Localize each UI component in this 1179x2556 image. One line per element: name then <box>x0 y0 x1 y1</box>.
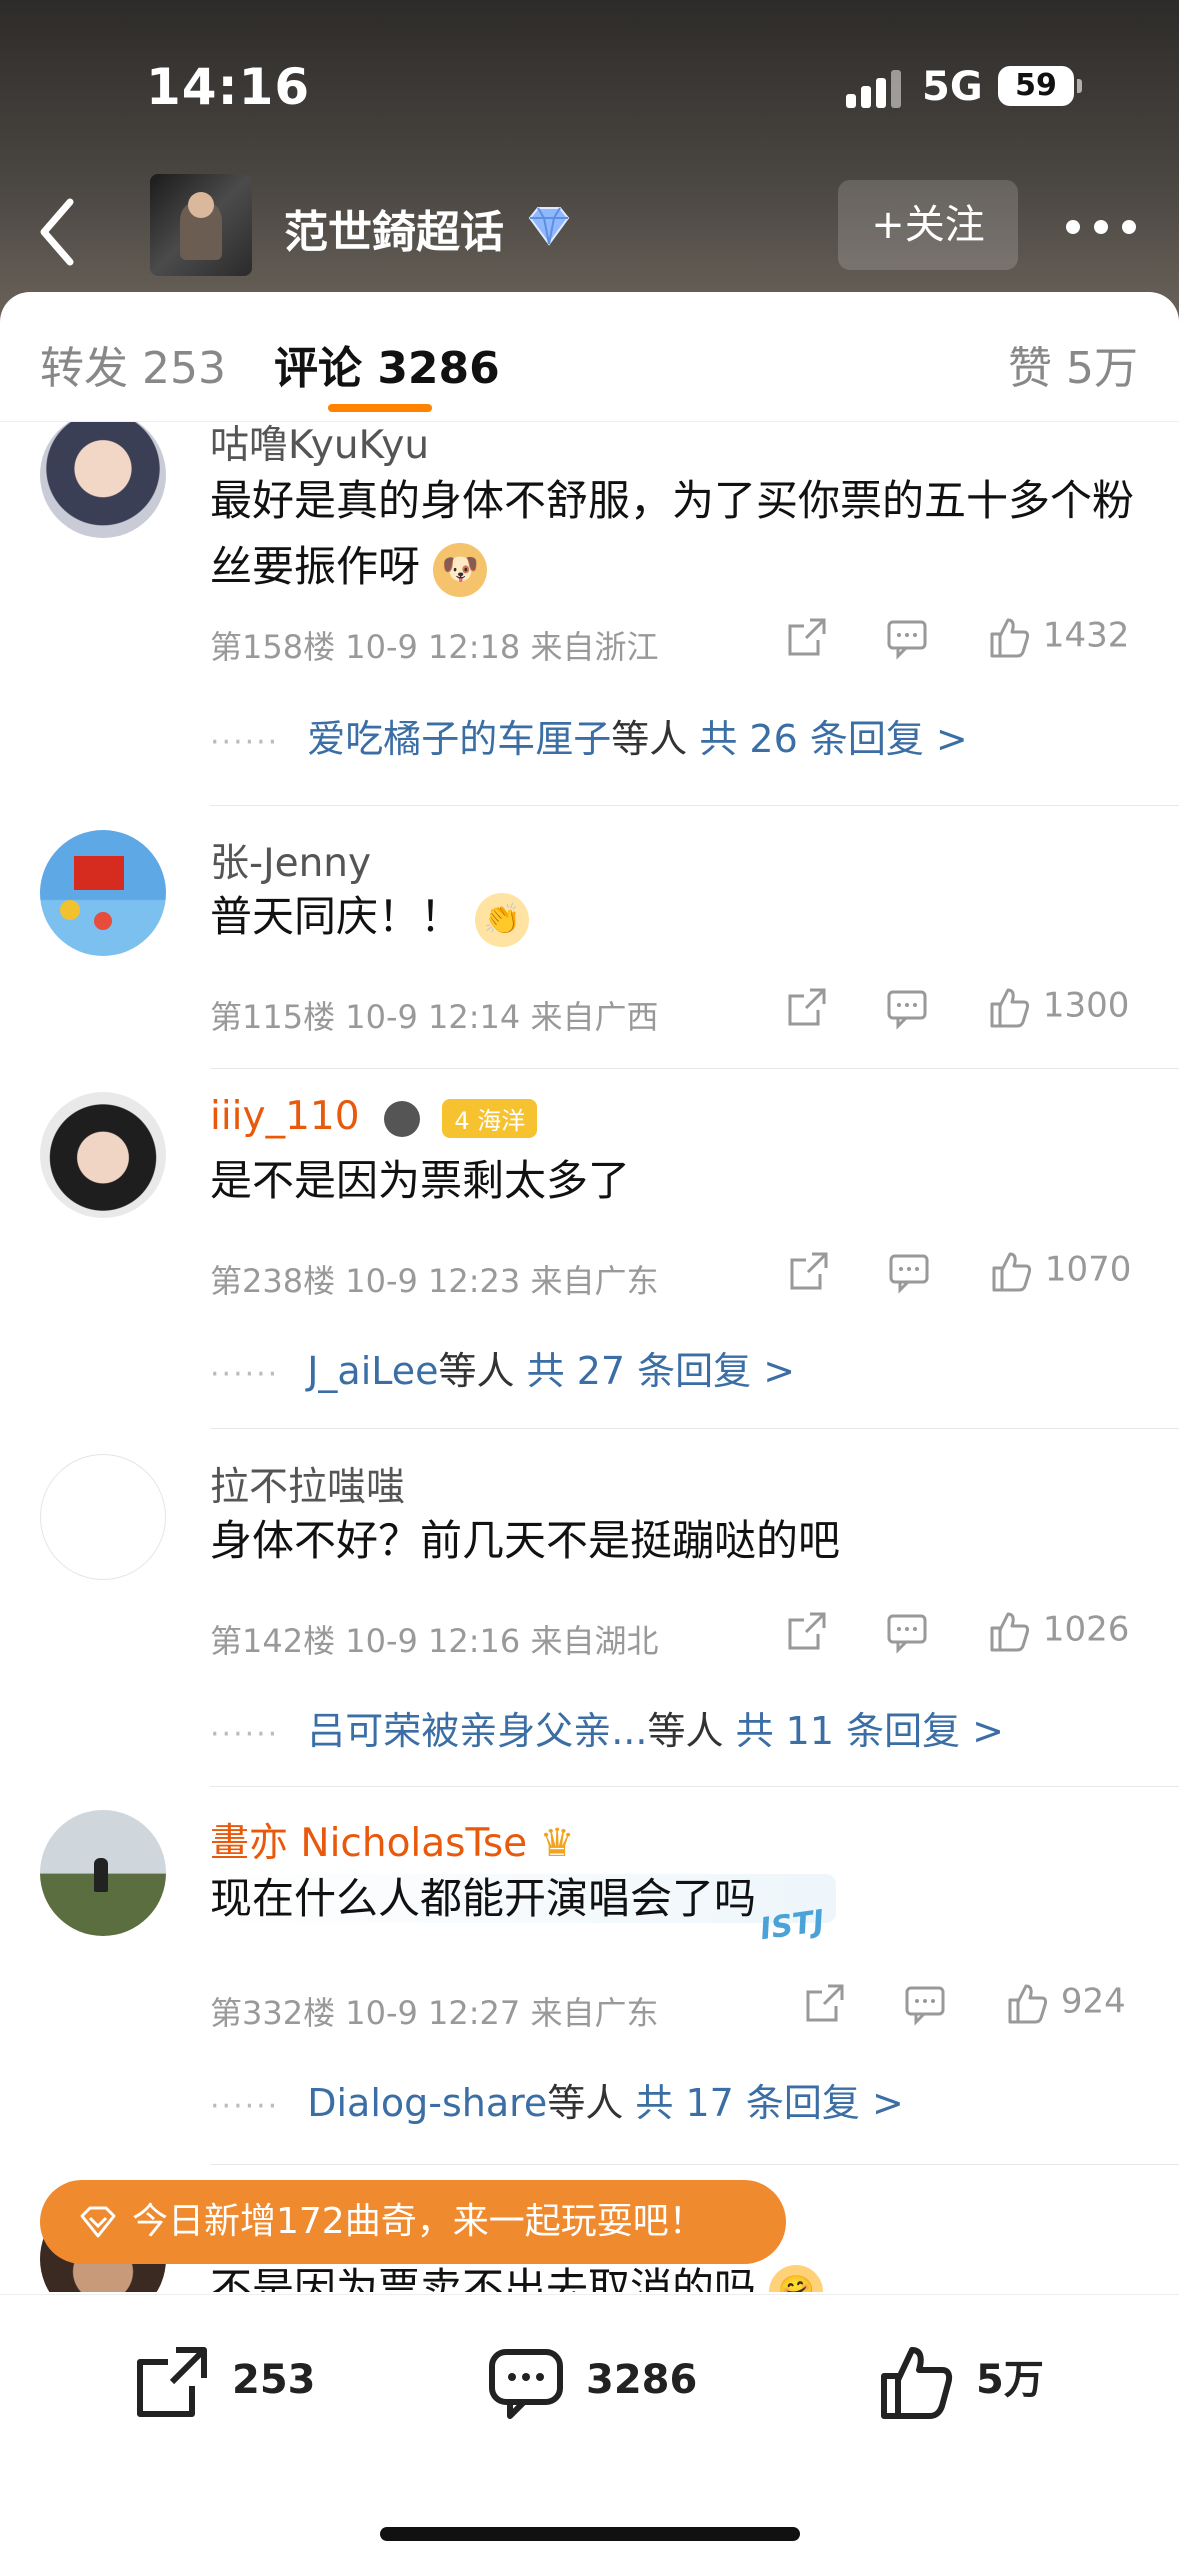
comment-item: 拉不拉嗤嗤 身体不好？前几天不是挺蹦哒的吧 第142楼 10-9 12:16 来… <box>0 1430 1179 1810</box>
reply-summary[interactable]: ······ 爱吃橘子的车厘子等人 共 26 条回复 > <box>210 708 968 763</box>
comment-icon[interactable] <box>884 614 930 660</box>
follow-button[interactable]: +关注 <box>838 180 1018 270</box>
like-button[interactable]: 5万 <box>874 2335 1044 2425</box>
comment-text: 是不是因为票剩太多了 <box>210 1156 631 1205</box>
like-count: 1432 <box>1042 615 1130 656</box>
like-count: 1300 <box>1042 985 1130 1026</box>
share-icon[interactable] <box>786 1248 832 1294</box>
share-icon[interactable] <box>784 984 830 1030</box>
diamond-icon <box>80 2206 116 2238</box>
comment-text: 身体不好？前几天不是挺蹦哒的吧 <box>210 1516 841 1565</box>
diamond-icon <box>524 204 574 250</box>
share-icon <box>137 2347 207 2417</box>
like-button[interactable]: 1300 <box>986 984 1129 1030</box>
network-type: 5G <box>922 64 983 110</box>
fan-level-badge: 4 海洋 <box>442 1099 538 1138</box>
like-count: 1070 <box>1044 1249 1132 1290</box>
divider <box>210 1786 1179 1787</box>
crown-icon: ♛ <box>539 1821 575 1866</box>
divider <box>210 1428 1179 1429</box>
comment-icon[interactable] <box>884 984 930 1030</box>
avatar[interactable] <box>40 1810 166 1936</box>
comment-icon[interactable] <box>902 1980 948 2026</box>
comment-icon <box>489 2349 563 2419</box>
comment-username[interactable]: 张-Jenny <box>210 832 371 888</box>
like-count: 924 <box>1060 1981 1126 2022</box>
divider <box>210 1068 1179 1069</box>
comment-text: 现在什么人都能开演唱会了吗 <box>210 1866 1140 1932</box>
bottom-action-bar: 253 3286 5万 <box>0 2294 1179 2556</box>
status-time: 14:16 <box>146 58 311 116</box>
nav-bar: 范世錡超话 +关注 <box>0 170 1179 290</box>
reply-summary[interactable]: ······ Dialog-share等人 共 17 条回复 > <box>210 2072 904 2127</box>
tab-bar: 转发 253 评论 3286 赞 5万 <box>0 292 1179 422</box>
page: 14:16 5G 59 范世錡超话 +关注 转发 253 评论 3286 赞 5… <box>0 0 1179 2556</box>
comments-button[interactable]: 3286 <box>484 2335 697 2425</box>
comment-text: 普天同庆！！ 👏 <box>210 884 1140 950</box>
comment-meta: 第238楼 10-9 12:23 来自广东 <box>210 1262 659 1300</box>
like-icon <box>1008 1984 1048 2024</box>
more-icon[interactable] <box>1066 204 1140 244</box>
like-button[interactable]: 1070 <box>988 1248 1131 1294</box>
share-icon[interactable] <box>784 1608 830 1654</box>
comment-username[interactable]: 咕噜KyuKyu <box>210 422 429 470</box>
comment-meta: 第332楼 10-9 12:27 来自广东 <box>210 1994 659 2032</box>
status-bar: 14:16 5G 59 <box>0 0 1179 170</box>
hug-emoji-icon: 🤗 <box>769 2264 824 2292</box>
comment-icon[interactable] <box>886 1248 932 1294</box>
like-icon <box>992 1252 1032 1292</box>
divider <box>210 2164 1179 2165</box>
comment-username[interactable]: 拉不拉嗤嗤 <box>210 1456 405 1512</box>
share-icon[interactable] <box>802 1980 848 2026</box>
comment-list[interactable]: 咕噜KyuKyu 最好是真的身体不舒服，为了买你票的五十多个粉丝要振作呀 🐶 第… <box>0 422 1179 2292</box>
tab-indicator <box>328 404 432 412</box>
repost-button[interactable]: 253 <box>130 2335 316 2425</box>
avatar[interactable] <box>40 1454 166 1580</box>
avatar[interactable] <box>40 422 166 538</box>
comment-icon[interactable] <box>884 1608 930 1654</box>
signal-icon <box>846 68 904 108</box>
share-icon[interactable] <box>784 614 830 660</box>
like-icon <box>990 988 1030 1028</box>
tab-repost[interactable]: 转发 253 <box>40 332 226 396</box>
like-icon <box>990 618 1030 658</box>
reply-summary[interactable]: ······ J_aiLee等人 共 27 条回复 > <box>210 1340 795 1395</box>
reply-summary[interactable]: ······ 吕可荣被亲身父亲...等人 共 11 条回复 > <box>210 1700 1004 1755</box>
home-indicator <box>380 2527 800 2541</box>
back-icon[interactable] <box>28 192 88 272</box>
vip-icon <box>383 1100 420 1137</box>
comment-item: iiiy_110 4 海洋 是不是因为票剩太多了 第238楼 10-9 12:2… <box>0 1070 1179 1470</box>
istj-sticker: ISTJ <box>757 1903 827 1948</box>
like-button[interactable]: 1432 <box>986 614 1129 660</box>
comment-text: 最好是真的身体不舒服，为了买你票的五十多个粉丝要振作呀 🐶 <box>210 468 1140 600</box>
toast-text: 今日新增172曲奇，来一起玩耍吧！ <box>132 2201 705 2242</box>
comment-username[interactable]: iiiy_110 4 海洋 <box>210 1094 538 1139</box>
comment-item: 畫亦 NicholasTse ♛ 现在什么人都能开演唱会了吗 ISTJ 第332… <box>0 1788 1179 2188</box>
avatar[interactable] <box>40 830 166 956</box>
doge-emoji-icon: 🐶 <box>433 542 488 597</box>
like-button[interactable]: 924 <box>1004 1980 1126 2026</box>
like-icon <box>881 2347 953 2419</box>
comment-meta: 第142楼 10-9 12:16 来自湖北 <box>210 1622 659 1660</box>
avatar[interactable] <box>40 1092 166 1218</box>
supertopic-avatar[interactable] <box>150 174 252 276</box>
clap-emoji-icon: 👏 <box>475 892 530 947</box>
comment-username[interactable]: 畫亦 NicholasTse ♛ <box>210 1812 575 1868</box>
battery-icon: 59 <box>998 66 1082 106</box>
like-button[interactable]: 1026 <box>986 1608 1129 1654</box>
tab-likes[interactable]: 赞 5万 <box>1008 332 1138 396</box>
promo-toast[interactable]: 今日新增172曲奇，来一起玩耍吧！ <box>40 2180 786 2264</box>
comment-item: 咕噜KyuKyu 最好是真的身体不舒服，为了买你票的五十多个粉丝要振作呀 🐶 第… <box>0 422 1179 782</box>
tab-comments[interactable]: 评论 3286 <box>274 332 500 396</box>
like-count: 1026 <box>1042 1609 1130 1650</box>
page-title[interactable]: 范世錡超话 <box>284 196 504 260</box>
comment-meta: 第158楼 10-9 12:18 来自浙江 <box>210 628 659 666</box>
like-icon <box>990 1612 1030 1652</box>
comment-meta: 第115楼 10-9 12:14 来自广西 <box>210 998 659 1036</box>
comment-item: 张-Jenny 普天同庆！！ 👏 第115楼 10-9 12:14 来自广西 1… <box>0 806 1179 1066</box>
